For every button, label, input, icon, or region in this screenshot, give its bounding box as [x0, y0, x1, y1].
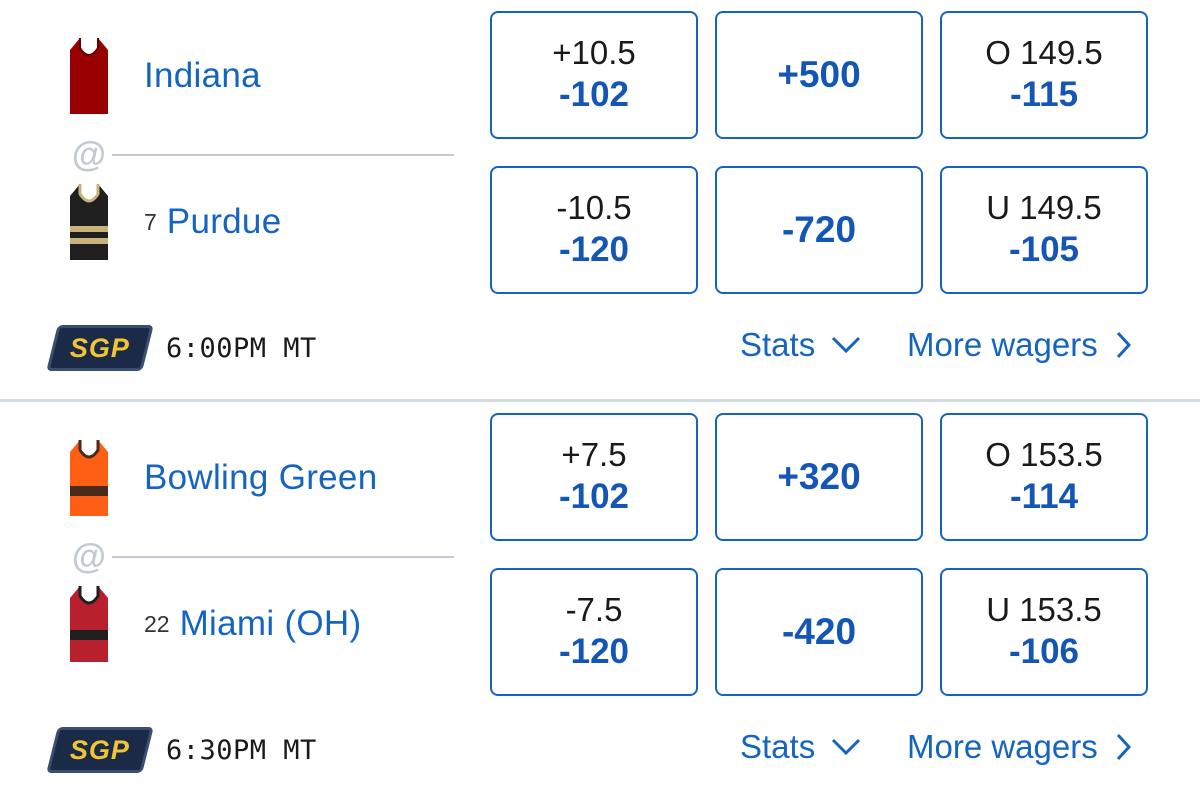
stats-toggle[interactable]: Stats [740, 728, 861, 766]
game-card: Indiana @ 7 Purdue +10.5 -102 -10.5 -120… [0, 0, 1200, 400]
game-time: 6:30PM MT [166, 734, 317, 766]
sgp-badge[interactable]: SGP [46, 727, 154, 773]
home-team[interactable]: 22 Miami (OH) [66, 584, 361, 664]
at-symbol: @ [71, 537, 107, 576]
game-footer: SGP 6:30PM MT [46, 725, 317, 775]
moneyline-away-button[interactable]: +320 [715, 413, 923, 541]
separator-line [112, 154, 454, 156]
matchup-separator: @ [66, 135, 454, 175]
stats-toggle[interactable]: Stats [740, 326, 861, 364]
total-line: U 153.5 [986, 591, 1102, 628]
spread-home-button[interactable]: -10.5 -120 [490, 166, 698, 294]
bowling-green-jersey-icon [70, 440, 108, 516]
total-over-button[interactable]: O 149.5 -115 [940, 11, 1148, 139]
more-wagers-link[interactable]: More wagers [907, 326, 1132, 364]
purdue-jersey-icon [70, 184, 108, 260]
total-under-button[interactable]: U 149.5 -105 [940, 166, 1148, 294]
spread-price: -102 [558, 75, 630, 114]
separator-line [112, 556, 454, 558]
total-line: U 149.5 [986, 189, 1102, 226]
sgp-badge[interactable]: SGP [46, 325, 154, 371]
game-time: 6:00PM MT [166, 332, 317, 364]
total-price: -114 [1009, 477, 1079, 516]
spread-line: +7.5 [561, 436, 627, 473]
spread-price: -120 [558, 632, 630, 671]
indiana-jersey-icon [70, 38, 108, 114]
game-card: Bowling Green @ 22 Miami (OH) +7.5 -102 … [0, 402, 1200, 802]
more-wagers-label: More wagers [907, 728, 1098, 765]
sgp-badge-label: SGP [69, 734, 131, 765]
spread-away-button[interactable]: +7.5 -102 [490, 413, 698, 541]
stats-label: Stats [740, 728, 816, 765]
away-team[interactable]: Indiana [66, 36, 261, 116]
team-name: Miami (OH) [179, 604, 362, 643]
spread-line: -7.5 [565, 591, 623, 628]
total-over-button[interactable]: O 153.5 -114 [940, 413, 1148, 541]
total-line: O 153.5 [985, 436, 1103, 473]
moneyline-price: +320 [777, 456, 861, 497]
spread-line: +10.5 [552, 34, 636, 71]
more-wagers-link[interactable]: More wagers [907, 728, 1132, 766]
chevron-right-icon [1116, 733, 1131, 761]
moneyline-away-button[interactable]: +500 [715, 11, 923, 139]
chevron-right-icon [1116, 331, 1131, 359]
chevron-down-icon [832, 738, 861, 756]
home-team[interactable]: 7 Purdue [66, 182, 281, 262]
team-rank: 7 [144, 208, 157, 235]
total-price: -105 [1008, 230, 1080, 269]
moneyline-price: +500 [777, 54, 861, 95]
spread-home-button[interactable]: -7.5 -120 [490, 568, 698, 696]
sgp-badge-label: SGP [69, 332, 131, 363]
team-rank: 22 [144, 610, 170, 637]
stats-label: Stats [740, 326, 816, 363]
more-wagers-label: More wagers [907, 326, 1098, 363]
total-under-button[interactable]: U 153.5 -106 [940, 568, 1148, 696]
spread-price: -120 [558, 230, 630, 269]
team-name: Indiana [144, 56, 261, 95]
away-team[interactable]: Bowling Green [66, 438, 377, 518]
total-price: -115 [1009, 75, 1079, 114]
game-footer: SGP 6:00PM MT [46, 323, 317, 373]
miami-oh-jersey-icon [70, 586, 108, 662]
moneyline-home-button[interactable]: -720 [715, 166, 923, 294]
moneyline-price: -420 [781, 611, 857, 652]
chevron-down-icon [832, 336, 861, 354]
moneyline-home-button[interactable]: -420 [715, 568, 923, 696]
spread-price: -102 [558, 477, 630, 516]
spread-away-button[interactable]: +10.5 -102 [490, 11, 698, 139]
team-name: Purdue [166, 202, 282, 241]
matchup-separator: @ [66, 537, 454, 577]
spread-line: -10.5 [556, 189, 632, 226]
total-price: -106 [1008, 632, 1080, 671]
at-symbol: @ [71, 135, 107, 174]
moneyline-price: -720 [781, 209, 857, 250]
team-name: Bowling Green [144, 458, 378, 497]
total-line: O 149.5 [985, 34, 1103, 71]
